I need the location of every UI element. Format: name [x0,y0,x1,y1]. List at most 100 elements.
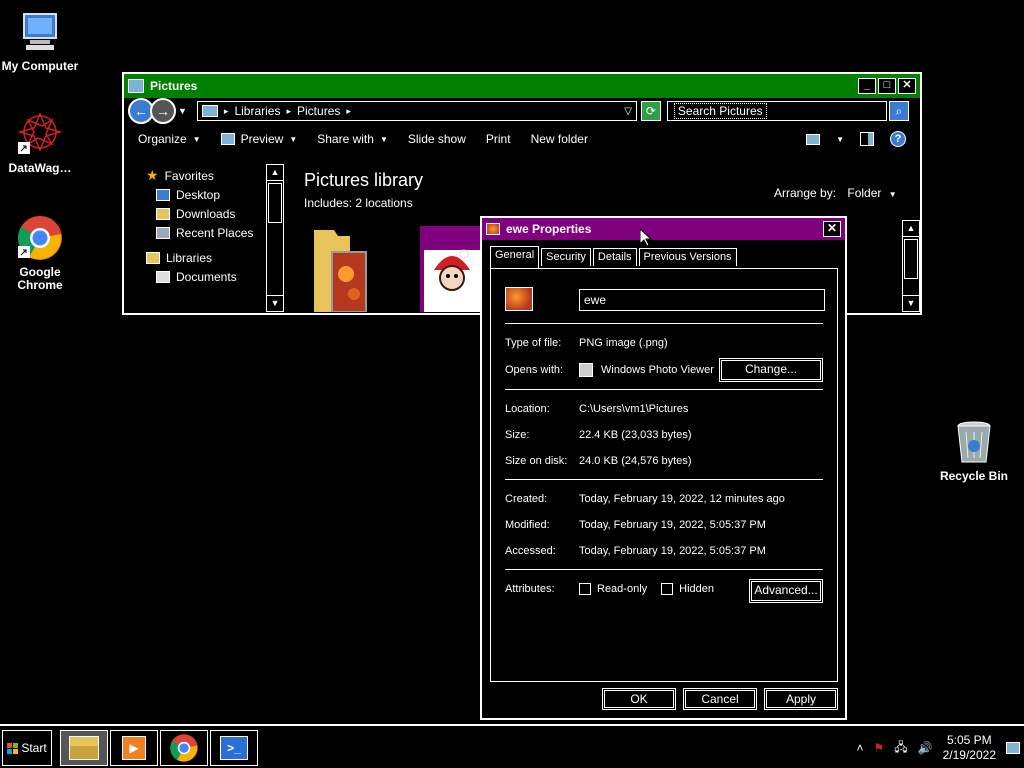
nav-desktop[interactable]: Desktop [146,185,286,204]
apply-button[interactable]: Apply [764,688,838,710]
show-hidden-icons-icon[interactable]: ˄ [856,741,863,755]
media-player-icon: ▶ [122,736,146,760]
chevron-down-icon[interactable]: ▼ [889,190,897,199]
preview-menu[interactable]: Preview ▼ [220,132,297,146]
explorer-icon [69,736,99,760]
action-center-flag-icon[interactable]: ⚑ [874,741,885,755]
scroll-down-icon[interactable]: ▼ [903,295,919,311]
help-icon[interactable]: ? [890,131,906,147]
address-dropdown-icon[interactable]: ▽ [624,106,632,117]
tab-details[interactable]: Details [592,248,637,266]
minimize-button[interactable]: _ [858,78,876,94]
arrange-by[interactable]: Arrange by: Folder ▼ [774,186,897,200]
address-bar[interactable]: ▸ Libraries ▸ Pictures ▸ ▽ [196,101,637,121]
star-icon: ★ [146,167,159,183]
refresh-button[interactable]: ⟳ [640,101,661,121]
tab-previous-versions[interactable]: Previous Versions [638,248,737,266]
tab-general[interactable]: General [490,246,540,268]
search-input[interactable]: Search Pictures [666,101,887,121]
created-label: Created: [505,493,548,505]
print-button[interactable]: Print [486,132,511,146]
desktop-icon-recycle-bin[interactable]: Recycle Bin [934,418,1014,483]
computer-icon [16,8,64,56]
desktop-icon-google-chrome[interactable]: Google Chrome [0,214,80,292]
desktop-icon-label: Google Chrome [17,265,63,292]
print-label: Print [485,132,511,146]
search-icon[interactable]: ⌕ [888,101,909,121]
history-dropdown-icon[interactable]: ▼ [178,106,187,116]
start-button[interactable]: Start [2,730,52,766]
forward-button[interactable]: → [150,98,176,124]
hidden-label[interactable]: Hidden [679,583,714,595]
change-button[interactable]: Change... [719,358,823,382]
change-view-icon[interactable] [806,133,821,145]
show-desktop-icon[interactable] [1006,742,1020,754]
more-options-chevron-icon[interactable]: ▼ [836,135,844,144]
readonly-checkbox[interactable] [579,583,591,595]
attributes-row: Attributes: Read-only Hidden [505,583,714,595]
chevron-right-icon[interactable]: ▸ [346,106,351,117]
desktop-icon-my-computer[interactable]: My Computer [0,8,80,73]
preview-pane-icon[interactable] [860,132,874,146]
chevron-right-icon[interactable]: ▸ [286,106,291,117]
explorer-titlebar[interactable]: Pictures _ □ ✕ [124,74,920,98]
properties-titlebar[interactable]: ewe Properties ✕ [482,218,845,240]
scroll-down-icon[interactable]: ▼ [267,295,283,311]
scroll-thumb[interactable] [904,239,918,279]
desktop-icon [156,188,170,201]
breadcrumb-libraries[interactable]: Libraries [234,104,280,118]
tab-security[interactable]: Security [541,248,591,266]
type-of-file-value: PNG image (.png) [579,337,668,349]
network-icon[interactable]: 🖧 [894,738,907,759]
hidden-checkbox[interactable] [661,583,674,595]
divider [505,323,823,324]
new-folder-label: New folder [530,132,588,146]
readonly-label[interactable]: Read-only [597,583,647,595]
advanced-button[interactable]: Advanced... [749,579,823,603]
scroll-thumb[interactable] [268,183,282,223]
volume-icon[interactable]: 🔊 [918,741,933,755]
close-button[interactable]: ✕ [898,78,916,94]
image-thumbnail[interactable] [420,226,484,312]
taskbar-media-player-button[interactable]: ▶ [110,730,158,766]
preview-label: Preview [240,132,284,146]
nav-favorites[interactable]: ★ Favorites [146,166,286,185]
command-bar: Organize ▼ Preview ▼ Share with ▼ Slide sho… [124,124,920,154]
folder-thumbnail[interactable] [310,224,374,313]
properties-dialog[interactable]: ewe Properties ✕ General Security Detail… [480,216,847,720]
organize-menu[interactable]: Organize ▼ [138,132,201,146]
opens-with-value: Windows Photo Viewer [601,364,714,376]
arrange-by-value[interactable]: Folder [847,186,881,200]
clock[interactable]: 5:05 PM 2/19/2022 [943,733,996,763]
nav-scrollbar[interactable]: ▲ ▼ [266,164,284,312]
taskbar-powershell-button[interactable]: >_ [210,730,258,766]
window-title: Pictures [150,79,198,93]
divider [505,479,823,480]
folder-icon [128,79,144,93]
close-button[interactable]: ✕ [823,221,841,237]
scroll-up-icon[interactable]: ▲ [267,165,283,181]
maximize-button[interactable]: □ [878,78,896,94]
recycle-bin-icon [950,418,998,466]
taskbar: Start ▶ >_ ˄ ⚑ 🖧 🔊 5:05 PM 2/19/2022 [0,724,1024,768]
nav-recent-places[interactable]: Recent Places [146,223,286,242]
share-with-menu[interactable]: Share with ▼ [317,132,388,146]
file-name-field[interactable]: ewe [579,289,825,311]
slide-show-button[interactable]: Slide show [408,132,466,146]
nav-downloads[interactable]: Downloads [146,204,286,223]
desktop-icon-datawag[interactable]: DataWag… [0,110,80,175]
library-includes[interactable]: Includes: 2 locations [304,196,413,210]
nav-label: Favorites [164,168,214,183]
chevron-right-icon[interactable]: ▸ [224,106,229,117]
ok-button[interactable]: OK [602,688,676,710]
type-of-file-label: Type of file: [505,337,562,349]
taskbar-chrome-button[interactable] [160,730,208,766]
nav-documents[interactable]: Documents [146,267,286,286]
cancel-button[interactable]: Cancel [683,688,757,710]
breadcrumb-pictures[interactable]: Pictures [297,104,340,118]
new-folder-button[interactable]: New folder [531,132,588,146]
taskbar-explorer-button[interactable] [60,730,108,766]
content-scrollbar[interactable]: ▲ ▼ [902,220,920,312]
scroll-up-icon[interactable]: ▲ [903,221,919,237]
nav-libraries[interactable]: Libraries [146,248,286,267]
